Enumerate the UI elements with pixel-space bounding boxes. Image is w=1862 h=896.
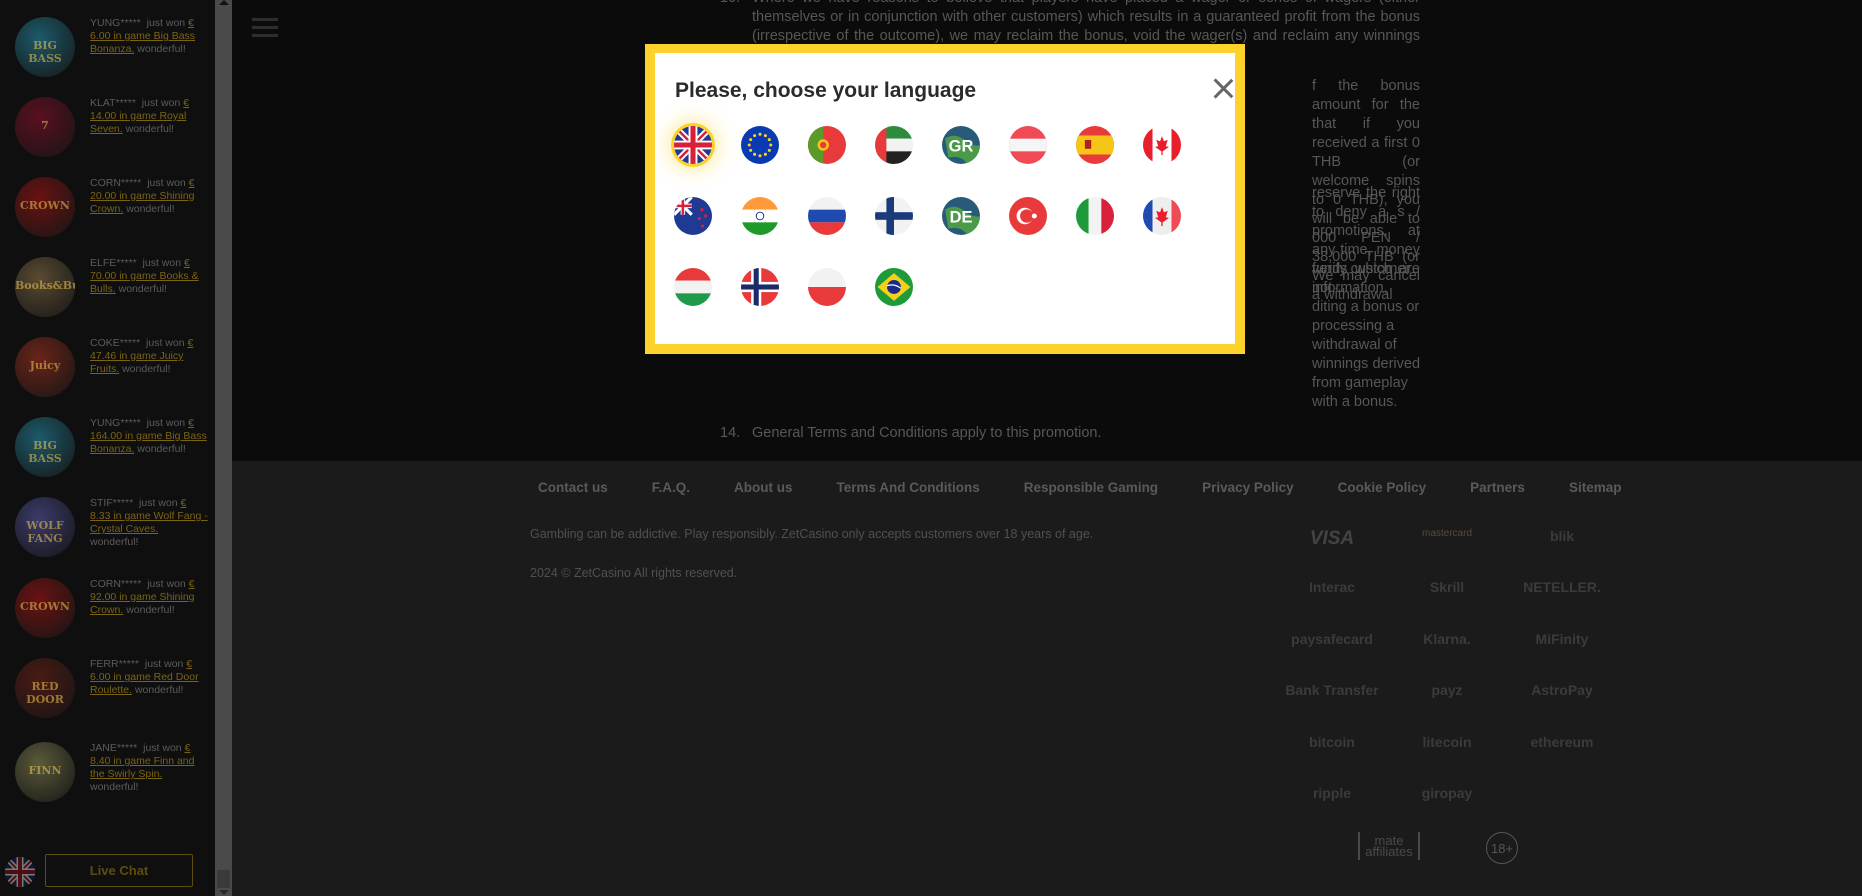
win-message: STIF***** just won € 8.33 in game Wolf F… bbox=[90, 497, 208, 548]
payment-logo-klarna: Klarna. bbox=[1423, 631, 1471, 647]
flag-poland-icon[interactable] bbox=[808, 268, 846, 306]
flag-uae-icon[interactable] bbox=[875, 126, 913, 164]
term-item: 14. General Terms and Conditions apply to… bbox=[720, 425, 1102, 441]
payment-logo-bank-transfer: Bank Transfer bbox=[1285, 682, 1379, 698]
payment-logo-paysafecard: paysafecard bbox=[1291, 631, 1373, 647]
flag-norway-icon[interactable] bbox=[741, 268, 779, 306]
flag-finland-icon[interactable] bbox=[875, 197, 913, 235]
scrollbar-thumb[interactable] bbox=[217, 870, 230, 888]
flag-uk-icon[interactable] bbox=[5, 857, 35, 887]
flag-austria-icon[interactable] bbox=[1009, 126, 1047, 164]
recent-win-item: CROWN CORN***** just won € 92.00 in game… bbox=[15, 578, 215, 638]
payment-logo-skrill: Skrill bbox=[1429, 579, 1465, 595]
language-modal: Please, choose your language GR DE bbox=[645, 44, 1245, 354]
language-modal-body: Please, choose your language GR DE bbox=[655, 53, 1235, 344]
win-message: YUNG***** just won € 6.00 in game Big Ba… bbox=[90, 17, 196, 55]
footer-link-responsible-gaming[interactable]: Responsible Gaming bbox=[1024, 480, 1158, 495]
win-message: YUNG***** just won € 164.00 in game Big … bbox=[90, 417, 207, 455]
game-thumbnail[interactable]: BIG BASS bbox=[15, 17, 75, 77]
copyright: 2024 © ZetCasino All rights reserved. bbox=[530, 566, 738, 580]
modal-title: Please, choose your language bbox=[675, 79, 977, 102]
recent-win-item: BIG BASS YUNG***** just won € 164.00 in … bbox=[15, 417, 215, 477]
recent-win-item: Books&Bulls ELFE***** just won € 70.00 i… bbox=[15, 257, 215, 317]
recent-wins-sidebar: BIG BASS YUNG***** just won € 6.00 in ga… bbox=[0, 0, 215, 896]
recent-win-item: BIG BASS YUNG***** just won € 6.00 in ga… bbox=[15, 17, 215, 77]
responsible-gambling-disclaimer: Gambling can be addictive. Play responsi… bbox=[530, 527, 1094, 541]
footer-nav: Contact us F.A.Q. About us Terms And Condit… bbox=[538, 480, 1665, 495]
flag-canada-french-icon[interactable] bbox=[1143, 197, 1181, 235]
scroll-up-arrow-icon[interactable] bbox=[219, 0, 229, 5]
footer-link-privacy-policy[interactable]: Privacy Policy bbox=[1202, 480, 1294, 495]
payment-logo-astropay: AstroPay bbox=[1531, 682, 1593, 698]
game-thumbnail[interactable]: Juicy bbox=[15, 337, 75, 397]
flag-russia-icon[interactable] bbox=[808, 197, 846, 235]
win-message: FERR***** just won € 6.00 in game Red Do… bbox=[90, 658, 199, 696]
flag-spain-icon[interactable] bbox=[1076, 126, 1114, 164]
globe-de-icon[interactable]: DE bbox=[942, 197, 980, 235]
win-message: CORN***** just won € 92.00 in game Shini… bbox=[90, 578, 195, 616]
footer-link-contact-us[interactable]: Contact us bbox=[538, 480, 608, 495]
payment-logo-ethereum: ethereum bbox=[1530, 734, 1594, 750]
payment-logo-mastercard: mastercard bbox=[1421, 528, 1472, 539]
footer-link-partners[interactable]: Partners bbox=[1470, 480, 1525, 495]
scroll-down-arrow-icon[interactable] bbox=[219, 890, 229, 895]
recent-win-item: FINN JANE***** just won € 8.40 in game F… bbox=[15, 742, 215, 802]
payment-logo-visa: VISA bbox=[1309, 528, 1355, 549]
payment-logo-litecoin: litecoin bbox=[1422, 734, 1472, 750]
flag-india-icon[interactable] bbox=[741, 197, 779, 235]
flag-canada-icon[interactable] bbox=[1143, 126, 1181, 164]
win-message: KLAT***** just won € 14.00 in game Royal… bbox=[90, 97, 190, 135]
globe-gr-icon[interactable]: GR bbox=[942, 126, 980, 164]
close-icon[interactable] bbox=[1212, 77, 1234, 99]
sidebar-scrollbar[interactable] bbox=[215, 0, 232, 896]
recent-win-item: Juicy COKE***** just won € 47.46 in game… bbox=[15, 337, 215, 397]
payment-logo-giropay: giropay bbox=[1421, 785, 1473, 801]
mate-affiliates-logo[interactable]: mate affiliates bbox=[1358, 832, 1420, 860]
footer-link-cookie-policy[interactable]: Cookie Policy bbox=[1338, 480, 1427, 495]
flag-brazil-icon[interactable] bbox=[875, 268, 913, 306]
footer-link-terms-and-conditions[interactable]: Terms And Conditions bbox=[837, 480, 980, 495]
win-message: ELFE***** just won € 70.00 in game Books… bbox=[90, 257, 199, 295]
flag-hungary-icon[interactable] bbox=[674, 268, 712, 306]
game-thumbnail[interactable]: WOLF FANG bbox=[15, 497, 75, 557]
game-thumbnail[interactable]: CROWN bbox=[15, 578, 75, 638]
payment-logo-bitcoin: bitcoin bbox=[1309, 734, 1355, 750]
flag-italy-icon[interactable] bbox=[1076, 197, 1114, 235]
site-footer: Contact us F.A.Q. About us Terms And Condit… bbox=[232, 461, 1862, 896]
game-thumbnail[interactable]: Books&Bulls bbox=[15, 257, 75, 317]
menu-hamburger-icon[interactable] bbox=[252, 18, 278, 38]
game-thumbnail[interactable]: CROWN bbox=[15, 177, 75, 237]
game-thumbnail[interactable]: RED DOOR bbox=[15, 658, 75, 718]
payment-logo-ripple: ripple bbox=[1312, 785, 1352, 801]
live-chat-button[interactable]: Live Chat bbox=[45, 854, 193, 887]
flag-portugal-icon[interactable] bbox=[808, 126, 846, 164]
payment-logo-blik: blik bbox=[1549, 528, 1575, 544]
recent-win-item: WOLF FANG STIF***** just won € 8.33 in g… bbox=[15, 497, 215, 557]
svg-text:DE: DE bbox=[950, 208, 973, 226]
footer-link-about-us[interactable]: About us bbox=[734, 480, 793, 495]
game-thumbnail[interactable]: BIG BASS bbox=[15, 417, 75, 477]
win-message: COKE***** just won € 47.46 in game Juicy… bbox=[90, 337, 194, 375]
recent-win-item: 7 KLAT***** just won € 14.00 in game Roy… bbox=[15, 97, 215, 157]
win-message: CORN***** just won € 20.00 in game Shini… bbox=[90, 177, 195, 215]
recent-win-item: CROWN CORN***** just won € 20.00 in game… bbox=[15, 177, 215, 237]
flag-new-zealand-icon[interactable] bbox=[674, 197, 712, 235]
payment-logo-payz: payz bbox=[1431, 682, 1463, 698]
game-thumbnail[interactable]: FINN bbox=[15, 742, 75, 802]
footer-link-f-a-q[interactable]: F.A.Q. bbox=[652, 480, 690, 495]
payment-logo-neteller: NETELLER. bbox=[1523, 579, 1601, 595]
age-18-plus-badge: 18+ bbox=[1486, 832, 1518, 864]
game-thumbnail[interactable]: 7 bbox=[15, 97, 75, 157]
flag-turkey-icon[interactable] bbox=[1009, 197, 1047, 235]
flag-eu-icon[interactable] bbox=[741, 126, 779, 164]
footer-link-sitemap[interactable]: Sitemap bbox=[1569, 480, 1622, 495]
recent-win-item: RED DOOR FERR***** just won € 6.00 in ga… bbox=[15, 658, 215, 718]
win-message: JANE***** just won € 8.40 in game Finn a… bbox=[90, 742, 195, 793]
svg-text:GR: GR bbox=[949, 137, 974, 155]
flag-uk-icon[interactable] bbox=[674, 126, 712, 164]
payment-logo-interac: Interac bbox=[1309, 579, 1355, 595]
payment-logo-mifinity: MiFinity bbox=[1535, 631, 1589, 647]
